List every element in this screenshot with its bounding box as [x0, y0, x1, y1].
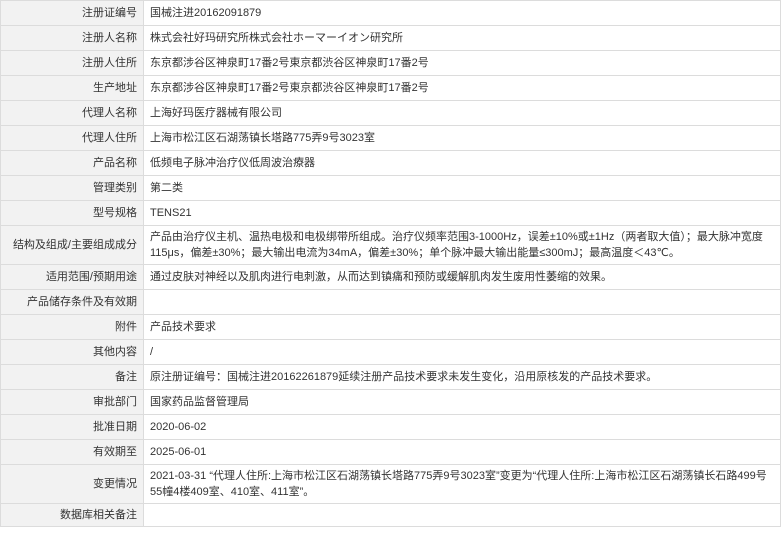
field-label: 其他内容 — [0, 339, 144, 365]
field-value: 东京都涉谷区神泉町17番2号東京都渋谷区神泉町17番2号 — [143, 75, 781, 101]
registration-info-table: 注册证编号 国械注进20162091879 注册人名称 株式会社好玛研究所株式会… — [0, 0, 781, 527]
table-row: 管理类别 第二类 — [0, 175, 781, 201]
field-label: 变更情况 — [0, 464, 144, 504]
table-row: 数据库相关备注 — [0, 503, 781, 527]
field-label: 产品名称 — [0, 150, 144, 176]
table-row: 产品名称 低频电子脉冲治疗仪低周波治療器 — [0, 150, 781, 176]
field-label: 产品储存条件及有效期 — [0, 289, 144, 315]
field-value: 国械注进20162091879 — [143, 0, 781, 26]
table-row: 生产地址 东京都涉谷区神泉町17番2号東京都渋谷区神泉町17番2号 — [0, 75, 781, 101]
field-label: 有效期至 — [0, 439, 144, 465]
field-value: 上海市松江区石湖荡镇长塔路775弄9号3023室 — [143, 125, 781, 151]
table-row: 变更情况 2021-03-31 “代理人住所:上海市松江区石湖荡镇长塔路775弄… — [0, 464, 781, 504]
field-label: 附件 — [0, 314, 144, 340]
table-row: 适用范围/预期用途 通过皮肤对神经以及肌肉进行电刺激，从而达到镇痛和预防或缓解肌… — [0, 264, 781, 290]
field-label: 生产地址 — [0, 75, 144, 101]
field-label: 注册人住所 — [0, 50, 144, 76]
field-value: 原注册证编号：国械注进20162261879延续注册产品技术要求未发生变化，沿用… — [143, 364, 781, 390]
field-value — [143, 289, 781, 315]
table-row: 注册人住所 东京都涉谷区神泉町17番2号東京都渋谷区神泉町17番2号 — [0, 50, 781, 76]
table-row: 代理人名称 上海好玛医疗器械有限公司 — [0, 100, 781, 126]
field-value: 国家药品监督管理局 — [143, 389, 781, 415]
table-row: 注册证编号 国械注进20162091879 — [0, 0, 781, 26]
table-row: 注册人名称 株式会社好玛研究所株式会社ホーマーイオン研究所 — [0, 25, 781, 51]
table-row: 其他内容 / — [0, 339, 781, 365]
field-value: 上海好玛医疗器械有限公司 — [143, 100, 781, 126]
table-row: 代理人住所 上海市松江区石湖荡镇长塔路775弄9号3023室 — [0, 125, 781, 151]
field-label: 注册证编号 — [0, 0, 144, 26]
field-label: 结构及组成/主要组成成分 — [0, 225, 144, 265]
field-label: 代理人名称 — [0, 100, 144, 126]
table-row: 产品储存条件及有效期 — [0, 289, 781, 315]
field-value: 通过皮肤对神经以及肌肉进行电刺激，从而达到镇痛和预防或缓解肌肉发生废用性萎缩的效… — [143, 264, 781, 290]
field-label: 审批部门 — [0, 389, 144, 415]
field-value: 东京都涉谷区神泉町17番2号東京都渋谷区神泉町17番2号 — [143, 50, 781, 76]
field-value: 第二类 — [143, 175, 781, 201]
table-row: 审批部门 国家药品监督管理局 — [0, 389, 781, 415]
field-value: 株式会社好玛研究所株式会社ホーマーイオン研究所 — [143, 25, 781, 51]
field-value: 2021-03-31 “代理人住所:上海市松江区石湖荡镇长塔路775弄9号302… — [143, 464, 781, 504]
table-row: 型号规格 TENS21 — [0, 200, 781, 226]
table-row: 结构及组成/主要组成成分 产品由治疗仪主机、温热电极和电极绑带所组成。治疗仪频率… — [0, 225, 781, 265]
table-row: 有效期至 2025-06-01 — [0, 439, 781, 465]
field-label: 代理人住所 — [0, 125, 144, 151]
field-value: / — [143, 339, 781, 365]
field-label: 数据库相关备注 — [0, 503, 144, 527]
field-label: 注册人名称 — [0, 25, 144, 51]
table-row: 备注 原注册证编号：国械注进20162261879延续注册产品技术要求未发生变化… — [0, 364, 781, 390]
field-value: 2025-06-01 — [143, 439, 781, 465]
table-row: 批准日期 2020-06-02 — [0, 414, 781, 440]
field-value: 产品技术要求 — [143, 314, 781, 340]
field-value: 产品由治疗仪主机、温热电极和电极绑带所组成。治疗仪频率范围3-1000Hz，误差… — [143, 225, 781, 265]
field-label: 备注 — [0, 364, 144, 390]
table-row: 附件 产品技术要求 — [0, 314, 781, 340]
field-label: 适用范围/预期用途 — [0, 264, 144, 290]
field-value: 2020-06-02 — [143, 414, 781, 440]
field-value: 低频电子脉冲治疗仪低周波治療器 — [143, 150, 781, 176]
field-value: TENS21 — [143, 200, 781, 226]
field-label: 批准日期 — [0, 414, 144, 440]
field-label: 型号规格 — [0, 200, 144, 226]
field-value — [143, 503, 781, 527]
field-label: 管理类别 — [0, 175, 144, 201]
